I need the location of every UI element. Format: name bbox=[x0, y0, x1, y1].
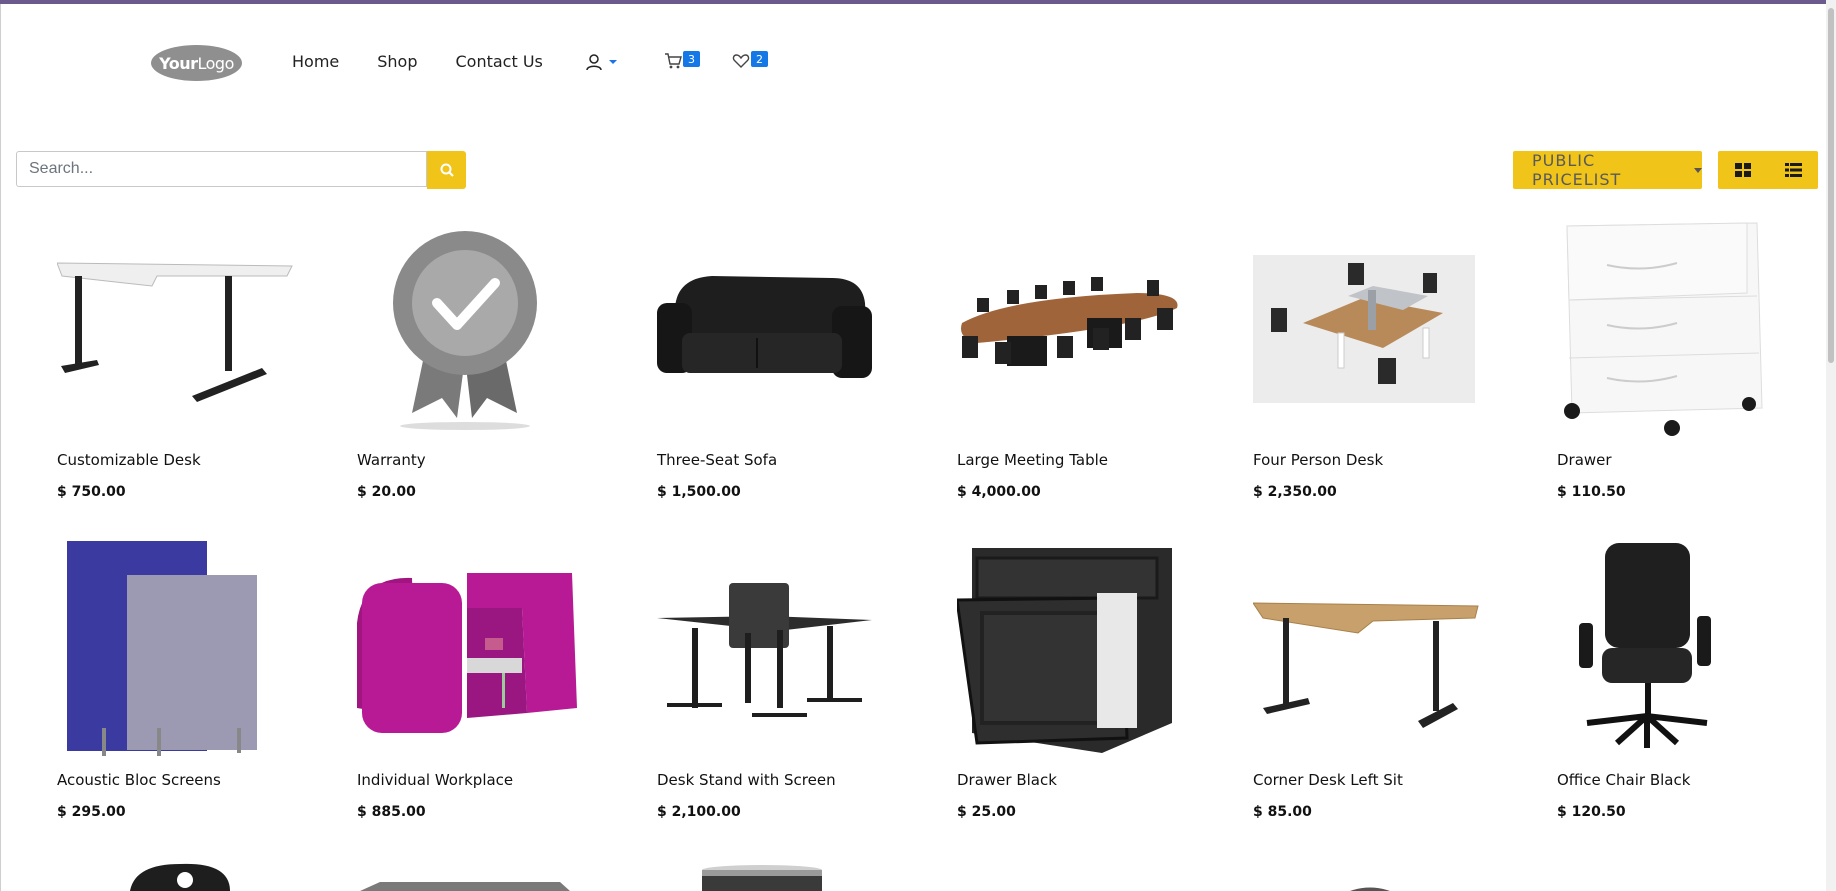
nav-contact-us[interactable]: Contact Us bbox=[456, 52, 543, 71]
cart-link[interactable]: 3 bbox=[664, 51, 700, 74]
product-price: $ 20.00 bbox=[357, 484, 416, 500]
product-image-drawer[interactable] bbox=[1557, 218, 1797, 438]
vertical-scrollbar[interactable] bbox=[1826, 0, 1836, 891]
list-icon bbox=[1784, 163, 1802, 177]
chevron-down-icon bbox=[1694, 167, 1702, 173]
product-name[interactable]: Three-Seat Sofa bbox=[657, 451, 777, 469]
scrollbar-thumb[interactable] bbox=[1828, 8, 1834, 363]
page-left-border bbox=[0, 4, 1, 891]
product-name[interactable]: Desk Stand with Screen bbox=[657, 771, 836, 789]
product-name[interactable]: Customizable Desk bbox=[57, 451, 201, 469]
product-price: $ 4,000.00 bbox=[957, 484, 1041, 500]
logo-text-bold: Your bbox=[159, 53, 198, 73]
product-image-warranty[interactable] bbox=[357, 218, 597, 438]
logo[interactable]: Your Logo bbox=[151, 45, 242, 81]
search-icon bbox=[440, 163, 454, 177]
product-name[interactable]: Office Chair Black bbox=[1557, 771, 1690, 789]
product-price: $ 120.50 bbox=[1557, 804, 1626, 820]
product-image-corner-desk-left-sit[interactable] bbox=[1253, 538, 1493, 758]
product-image-drawer-black[interactable] bbox=[957, 538, 1197, 758]
product-price: $ 110.50 bbox=[1557, 484, 1626, 500]
product-image-office-chair-black[interactable] bbox=[1557, 538, 1797, 758]
cart-icon bbox=[665, 53, 682, 69]
product-price: $ 2,350.00 bbox=[1253, 484, 1337, 500]
grid-view-button[interactable] bbox=[1718, 151, 1768, 189]
product-name[interactable]: Drawer bbox=[1557, 451, 1612, 469]
product-price: $ 2,100.00 bbox=[657, 804, 741, 820]
product-price: $ 750.00 bbox=[57, 484, 126, 500]
product-image-customizable-desk[interactable] bbox=[57, 218, 297, 438]
product-price: $ 25.00 bbox=[957, 804, 1016, 820]
product-image-acoustic-bloc-screens[interactable] bbox=[57, 538, 297, 758]
nav-home[interactable]: Home bbox=[292, 52, 339, 71]
product-name[interactable]: Drawer Black bbox=[957, 771, 1057, 789]
product-image-four-person-desk[interactable] bbox=[1253, 218, 1493, 438]
wishlist-count-badge: 2 bbox=[751, 51, 768, 67]
wishlist-link[interactable]: 2 bbox=[732, 51, 768, 74]
product-price: $ 885.00 bbox=[357, 804, 426, 820]
chevron-down-icon bbox=[609, 60, 617, 64]
search-input[interactable] bbox=[16, 151, 427, 187]
user-menu[interactable] bbox=[585, 53, 617, 71]
grid-icon bbox=[1735, 163, 1751, 177]
product-name[interactable]: Individual Workplace bbox=[357, 771, 513, 789]
list-view-button[interactable] bbox=[1768, 151, 1818, 189]
product-name[interactable]: Four Person Desk bbox=[1253, 451, 1383, 469]
product-image-desk-stand-with-screen[interactable] bbox=[657, 538, 897, 758]
pricelist-dropdown[interactable]: PUBLIC PRICELIST bbox=[1513, 151, 1702, 189]
product-name[interactable]: Warranty bbox=[357, 451, 426, 469]
product-name[interactable]: Large Meeting Table bbox=[957, 451, 1108, 469]
product-price: $ 295.00 bbox=[57, 804, 126, 820]
product-image-large-meeting-table[interactable] bbox=[957, 218, 1197, 438]
product-price: $ 1,500.00 bbox=[657, 484, 741, 500]
view-toggle bbox=[1718, 151, 1818, 189]
product-image-three-seat-sofa[interactable] bbox=[657, 218, 897, 438]
product-name[interactable]: Acoustic Bloc Screens bbox=[57, 771, 221, 789]
product-image-partial[interactable] bbox=[1350, 884, 1390, 891]
pricelist-label: PUBLIC PRICELIST bbox=[1532, 151, 1622, 189]
product-image-partial[interactable] bbox=[360, 880, 570, 891]
product-image-individual-workplace[interactable] bbox=[357, 538, 597, 758]
heart-icon bbox=[732, 54, 750, 68]
product-name[interactable]: Corner Desk Left Sit bbox=[1253, 771, 1403, 789]
cart-count-badge: 3 bbox=[683, 51, 700, 67]
user-icon bbox=[586, 54, 602, 71]
search-button[interactable] bbox=[427, 151, 466, 189]
product-image-partial[interactable] bbox=[700, 864, 825, 891]
top-accent-bar bbox=[0, 0, 1836, 4]
product-image-partial[interactable] bbox=[130, 862, 240, 891]
product-price: $ 85.00 bbox=[1253, 804, 1312, 820]
main-nav: Home Shop Contact Us bbox=[292, 52, 581, 71]
logo-text: Logo bbox=[197, 53, 235, 73]
nav-shop[interactable]: Shop bbox=[377, 52, 417, 71]
